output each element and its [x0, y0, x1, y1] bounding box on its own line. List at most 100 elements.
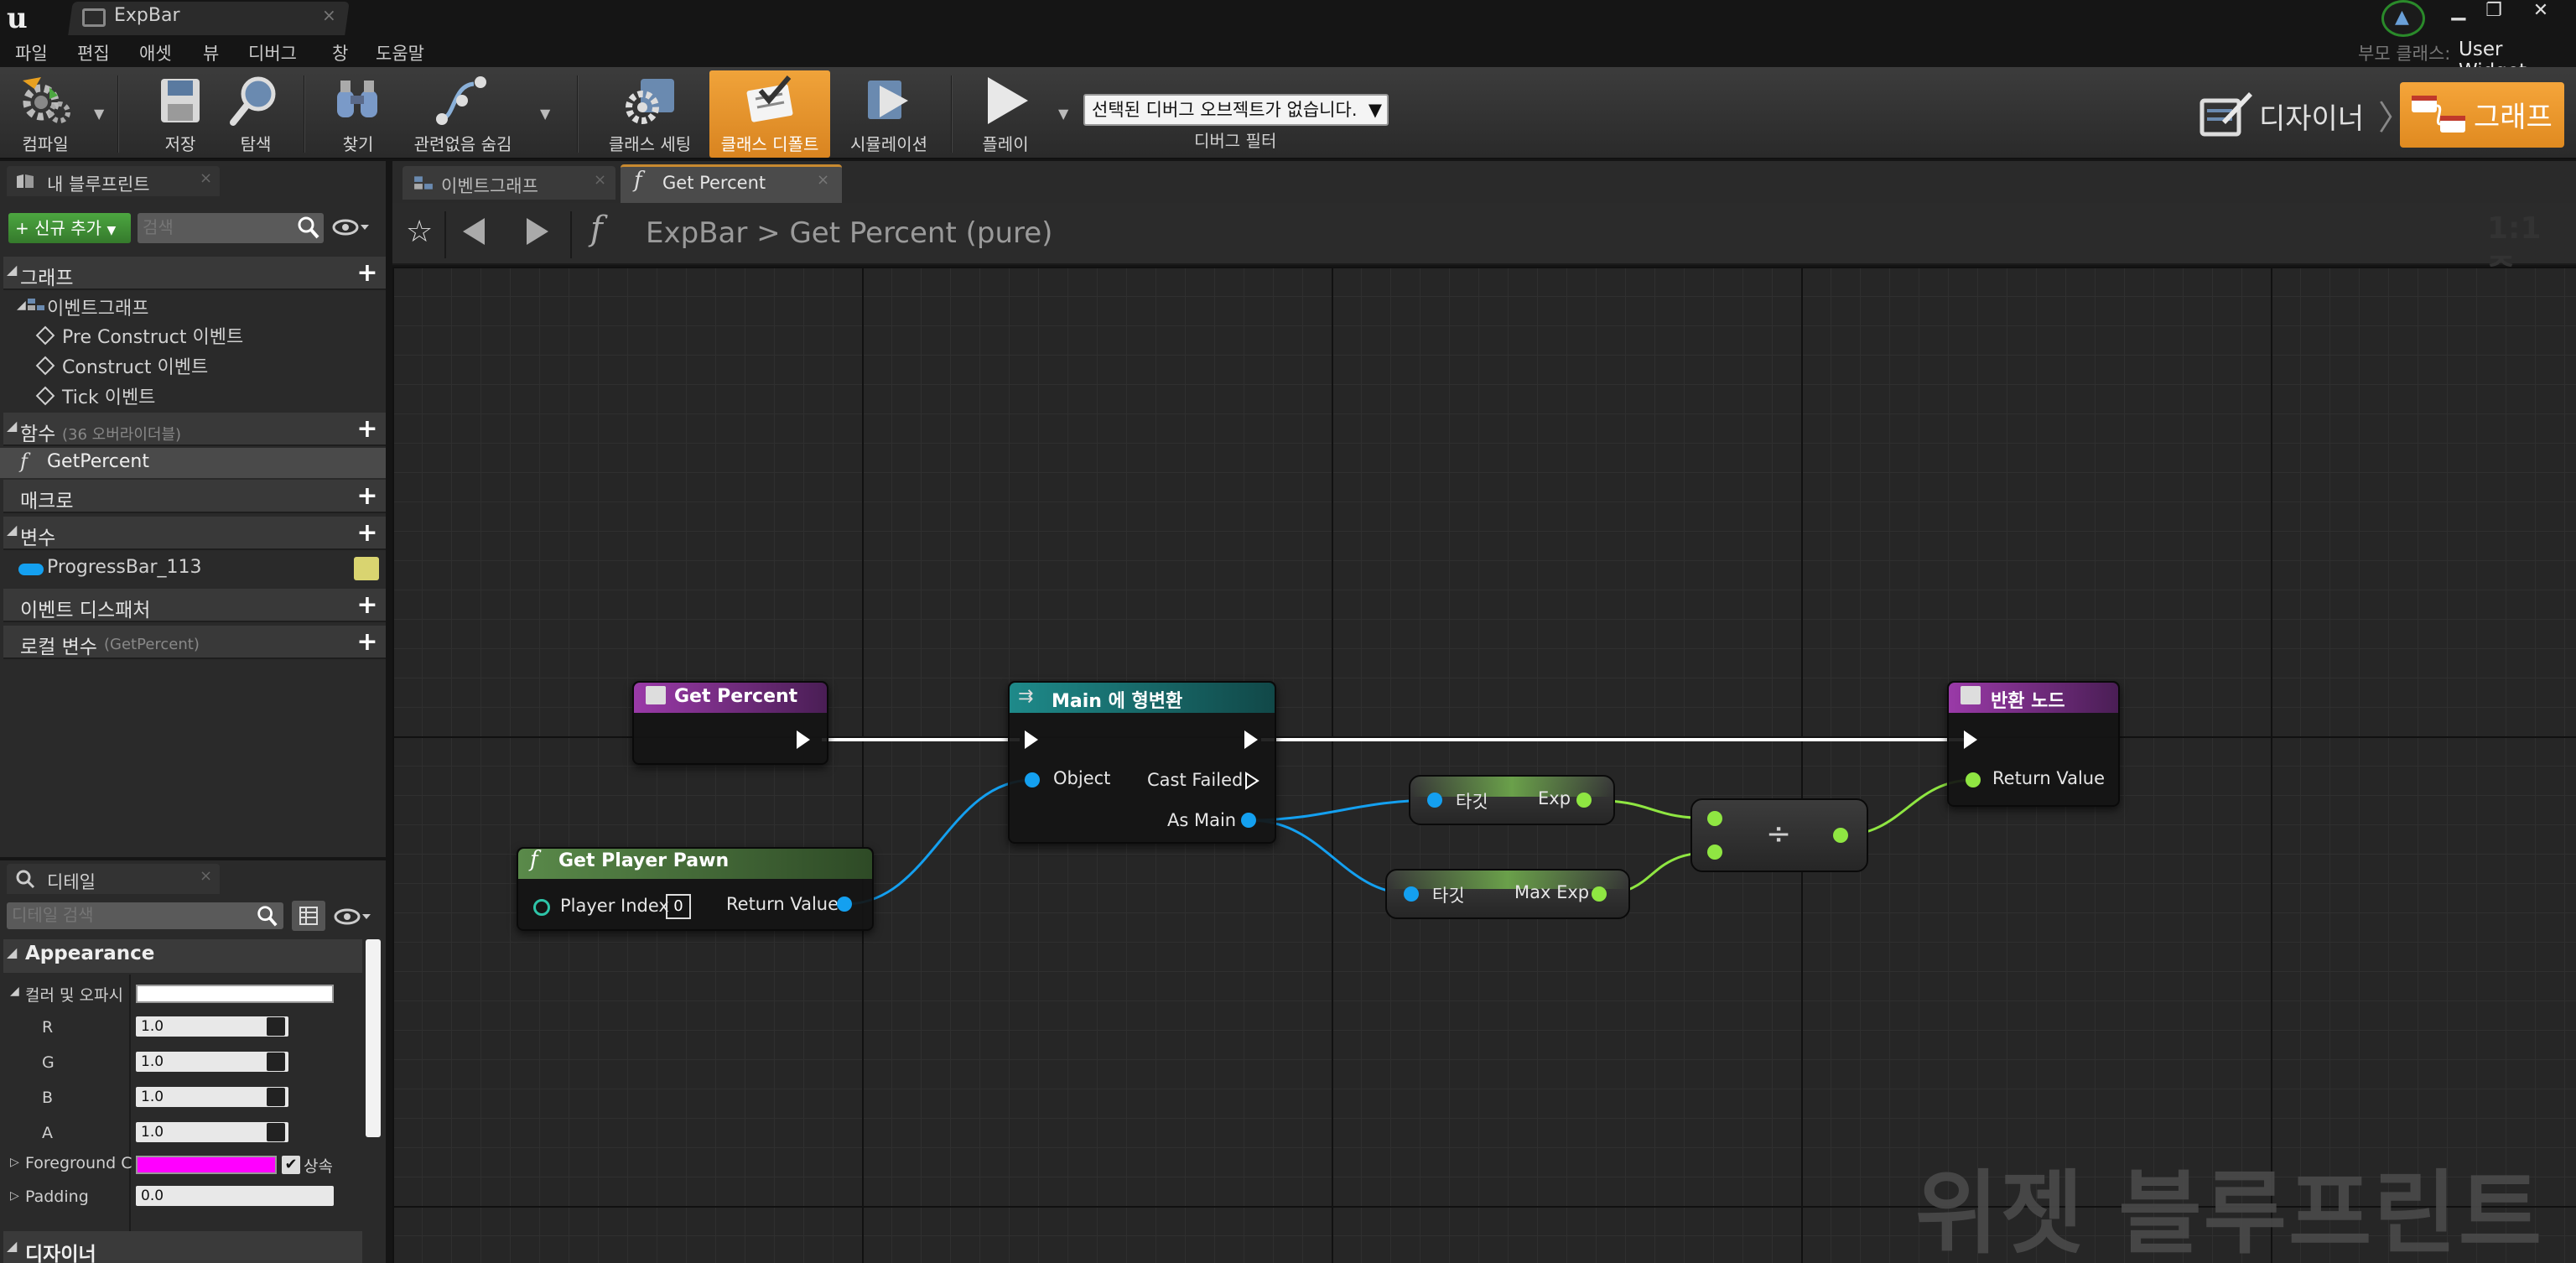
functions-section-header[interactable] — [3, 413, 386, 446]
divide-input-b-pin[interactable] — [1707, 845, 1722, 860]
hide-unrelated-nodes-icon — [436, 76, 486, 125]
class-defaults-button[interactable]: 클래스 디폴트 — [709, 70, 830, 158]
class-settings-button[interactable]: 클래스 세팅 — [597, 70, 703, 158]
menu-file[interactable]: 파일 — [15, 40, 48, 65]
tree-item-event-graph[interactable]: 이벤트그래프 — [47, 294, 148, 320]
details-tab[interactable] — [7, 864, 220, 894]
divide-input-a-pin[interactable] — [1707, 811, 1722, 826]
collapse-triangle-icon: ◢ — [7, 1238, 18, 1254]
menu-asset[interactable]: 애셋 — [139, 40, 172, 65]
details-scrollbar[interactable] — [366, 939, 381, 1137]
return-value-input-pin[interactable] — [1966, 772, 1981, 787]
play-options-dropdown[interactable]: ▼ — [1058, 106, 1068, 122]
tab-event-graph-close-button[interactable]: × — [594, 171, 606, 189]
class-defaults-checklist-icon — [746, 75, 793, 122]
play-label: 플레이 — [982, 134, 1029, 154]
cast-failed-exec-pin[interactable] — [1244, 772, 1259, 790]
exec-out-pin[interactable] — [1244, 730, 1258, 749]
add-local-variable-button[interactable]: + — [356, 630, 379, 655]
g-input[interactable]: 1.0 — [136, 1052, 288, 1072]
browse-button[interactable]: 탐색 — [220, 70, 292, 158]
exec-in-pin[interactable] — [1964, 730, 1977, 749]
play-button[interactable]: 플레이 — [969, 70, 1041, 158]
g-drag-icon[interactable] — [267, 1052, 285, 1071]
add-dispatcher-button[interactable]: + — [356, 593, 379, 618]
close-window-button[interactable]: ✕ — [2524, 0, 2558, 22]
exec-out-pin[interactable] — [797, 730, 810, 749]
compile-gear-icon — [23, 77, 70, 123]
minimize-button[interactable]: ▁ — [2442, 0, 2475, 22]
tree-item-tick[interactable]: Tick 이벤트 — [62, 382, 155, 409]
hide-unrelated-dropdown[interactable]: ▼ — [540, 106, 550, 122]
graph-canvas[interactable] — [392, 267, 2576, 1263]
forward-arrow-icon[interactable] — [527, 218, 548, 245]
toolbar-separator — [304, 75, 305, 153]
tree-item-progressbar-113[interactable]: ProgressBar_113 — [47, 557, 202, 578]
document-tab[interactable] — [68, 2, 350, 35]
menu-debug[interactable]: 디버그 — [248, 40, 297, 65]
tree-item-construct[interactable]: Construct 이벤트 — [62, 352, 208, 379]
my-blueprint-tab-close-button[interactable]: × — [200, 169, 212, 187]
menu-edit[interactable]: 편집 — [77, 40, 110, 65]
maximize-button[interactable]: ❐ — [2477, 0, 2511, 22]
foreground-color-swatch[interactable] — [136, 1156, 277, 1174]
b-drag-icon[interactable] — [267, 1088, 285, 1106]
exec-in-pin[interactable] — [1025, 730, 1038, 749]
add-macro-button[interactable]: + — [356, 484, 379, 509]
visibility-eye-icon[interactable] — [354, 557, 379, 580]
r-drag-icon[interactable] — [267, 1017, 285, 1036]
add-graph-button[interactable]: + — [356, 261, 379, 286]
padding-input[interactable]: 0.0 — [136, 1186, 334, 1206]
simulation-button[interactable]: 시뮬레이션 — [837, 70, 941, 158]
hide-unrelated-button[interactable]: 관련없음 숨김 — [406, 70, 520, 158]
color-opacity-swatch[interactable] — [136, 985, 334, 1003]
debug-object-select[interactable]: 선택된 디버그 오브젝트가 없습니다. ▼ — [1083, 94, 1389, 126]
tree-item-getpercent[interactable]: GetPercent — [47, 451, 149, 472]
b-label: B — [42, 1089, 54, 1107]
a-drag-icon[interactable] — [267, 1123, 285, 1141]
back-arrow-icon[interactable] — [463, 218, 485, 245]
hide-unrelated-label: 관련없음 숨김 — [413, 134, 512, 154]
max-exp-target-input-pin[interactable] — [1404, 886, 1419, 902]
star-icon[interactable]: ☆ — [406, 215, 433, 249]
view-options-eye-icon[interactable] — [332, 216, 372, 238]
r-input[interactable]: 1.0 — [136, 1016, 288, 1037]
inherit-checkbox[interactable]: ✔ — [282, 1156, 300, 1174]
breadcrumb-root[interactable]: ExpBar — [646, 216, 747, 250]
add-function-button[interactable]: + — [356, 417, 379, 442]
save-button[interactable]: 저장 — [144, 70, 216, 158]
event-graph-icon — [414, 176, 433, 190]
a-input[interactable]: 1.0 — [136, 1122, 288, 1142]
menu-view[interactable]: 뷰 — [203, 40, 219, 65]
menu-help[interactable]: 도움말 — [376, 40, 424, 65]
variables-section-header[interactable] — [3, 517, 386, 550]
return-value-output-pin[interactable] — [837, 897, 852, 912]
blueprint-book-icon — [17, 174, 34, 188]
functions-section-label: 함수 — [20, 424, 56, 445]
player-index-input-pin[interactable] — [533, 899, 550, 916]
object-input-pin[interactable] — [1025, 772, 1040, 787]
b-input[interactable]: 1.0 — [136, 1087, 288, 1107]
add-variable-button[interactable]: + — [356, 521, 379, 546]
menu-window[interactable]: 창 — [332, 40, 348, 65]
exp-target-input-pin[interactable] — [1427, 793, 1442, 808]
compile-options-dropdown[interactable]: ▼ — [94, 106, 104, 122]
compile-button[interactable]: 컴파일 — [3, 70, 87, 158]
find-label: 찾기 — [342, 134, 374, 154]
document-tab-close-button[interactable]: × — [322, 5, 336, 25]
find-button[interactable]: 찾기 — [322, 70, 394, 158]
magnifier-icon — [230, 76, 276, 126]
player-index-input[interactable]: 0 — [666, 894, 691, 919]
as-main-output-pin[interactable] — [1241, 813, 1256, 828]
view-options-eye-icon[interactable] — [334, 906, 374, 928]
exp-output-pin[interactable] — [1576, 793, 1592, 808]
property-matrix-button[interactable] — [292, 901, 325, 931]
details-tab-close-button[interactable]: × — [200, 867, 212, 885]
tab-get-percent-close-button[interactable]: × — [817, 171, 829, 189]
graph-mode-label: 그래프 — [2474, 101, 2553, 134]
max-exp-output-pin[interactable] — [1592, 886, 1607, 902]
details-search-input[interactable] — [7, 902, 283, 929]
add-new-button[interactable]: + 신규 추가 ▼ — [8, 213, 131, 243]
tree-item-pre-construct[interactable]: Pre Construct 이벤트 — [62, 322, 243, 349]
divide-output-pin[interactable] — [1833, 828, 1848, 843]
